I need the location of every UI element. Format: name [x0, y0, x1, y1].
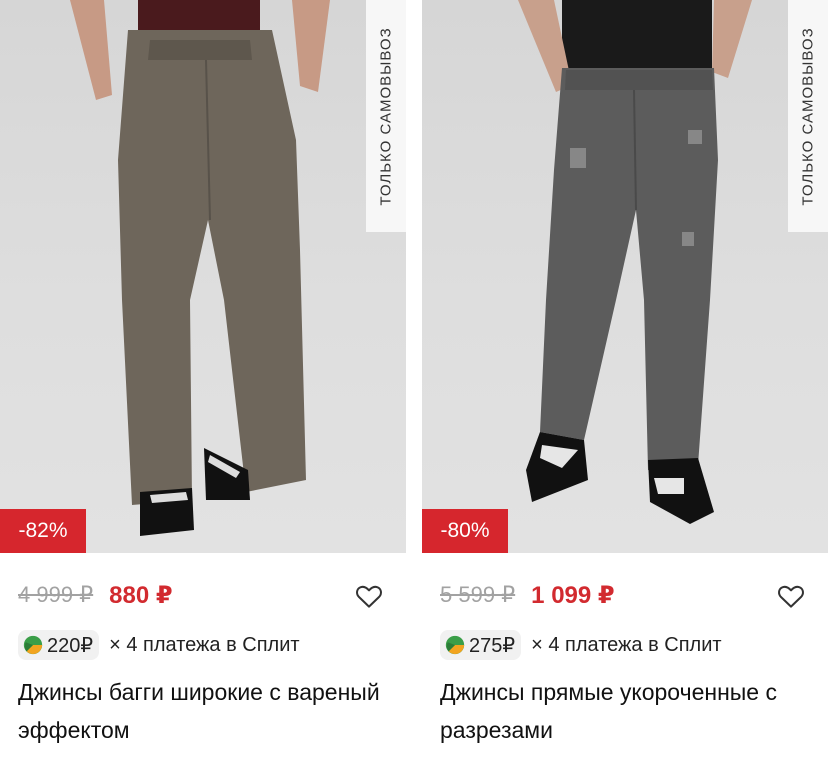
product-image[interactable]: ТОЛЬКО САМОВЫВОЗ -80%: [422, 0, 828, 553]
price-row: 4 999 ₽ 880 ₽: [18, 578, 398, 612]
split-amount: 220₽: [47, 634, 94, 657]
product-image[interactable]: ТОЛЬКО САМОВЫВОЗ -82%: [0, 0, 406, 553]
pickup-only-label: ТОЛЬКО САМОВЫВОЗ: [377, 26, 395, 206]
price-row: 5 599 ₽ 1 099 ₽: [440, 578, 820, 612]
old-price: 5 599 ₽: [440, 582, 516, 607]
new-price: 880 ₽: [109, 581, 173, 609]
product-title[interactable]: Джинсы прямые укороченные с разрезами: [440, 673, 828, 749]
favorite-button[interactable]: [776, 581, 806, 611]
split-payment-row[interactable]: 275₽ × 4 платежа в Сплит: [440, 628, 722, 662]
pickup-only-tag: ТОЛЬКО САМОВЫВОЗ: [788, 0, 828, 232]
split-text: × 4 платежа в Сплит: [531, 633, 722, 656]
product-card[interactable]: ТОЛЬКО САМОВЫВОЗ -82% 4 999 ₽ 880 ₽ 220₽…: [0, 0, 406, 766]
pickup-only-label: ТОЛЬКО САМОВЫВОЗ: [799, 26, 817, 206]
split-amount-chip: 275₽: [440, 630, 522, 660]
split-amount: 275₽: [469, 634, 516, 657]
split-payment-row[interactable]: 220₽ × 4 платежа в Сплит: [18, 628, 300, 662]
heart-outline-icon: [778, 585, 804, 608]
old-price: 4 999 ₽: [18, 582, 94, 607]
split-leaf-icon: [445, 635, 465, 655]
heart-outline-icon: [356, 585, 382, 608]
new-price: 1 099 ₽: [531, 581, 615, 609]
discount-badge: -82%: [0, 509, 86, 553]
product-title[interactable]: Джинсы багги широкие с вареный эффектом: [18, 673, 404, 749]
split-leaf-icon: [23, 635, 43, 655]
split-text: × 4 платежа в Сплит: [109, 633, 300, 656]
jeans-photo: [518, 0, 752, 524]
product-card[interactable]: ТОЛЬКО САМОВЫВОЗ -80% 5 599 ₽ 1 099 ₽ 27…: [422, 0, 828, 766]
discount-badge: -80%: [422, 509, 508, 553]
jeans-photo: [70, 0, 330, 536]
favorite-button[interactable]: [354, 581, 384, 611]
pickup-only-tag: ТОЛЬКО САМОВЫВОЗ: [366, 0, 406, 232]
split-amount-chip: 220₽: [18, 630, 100, 660]
